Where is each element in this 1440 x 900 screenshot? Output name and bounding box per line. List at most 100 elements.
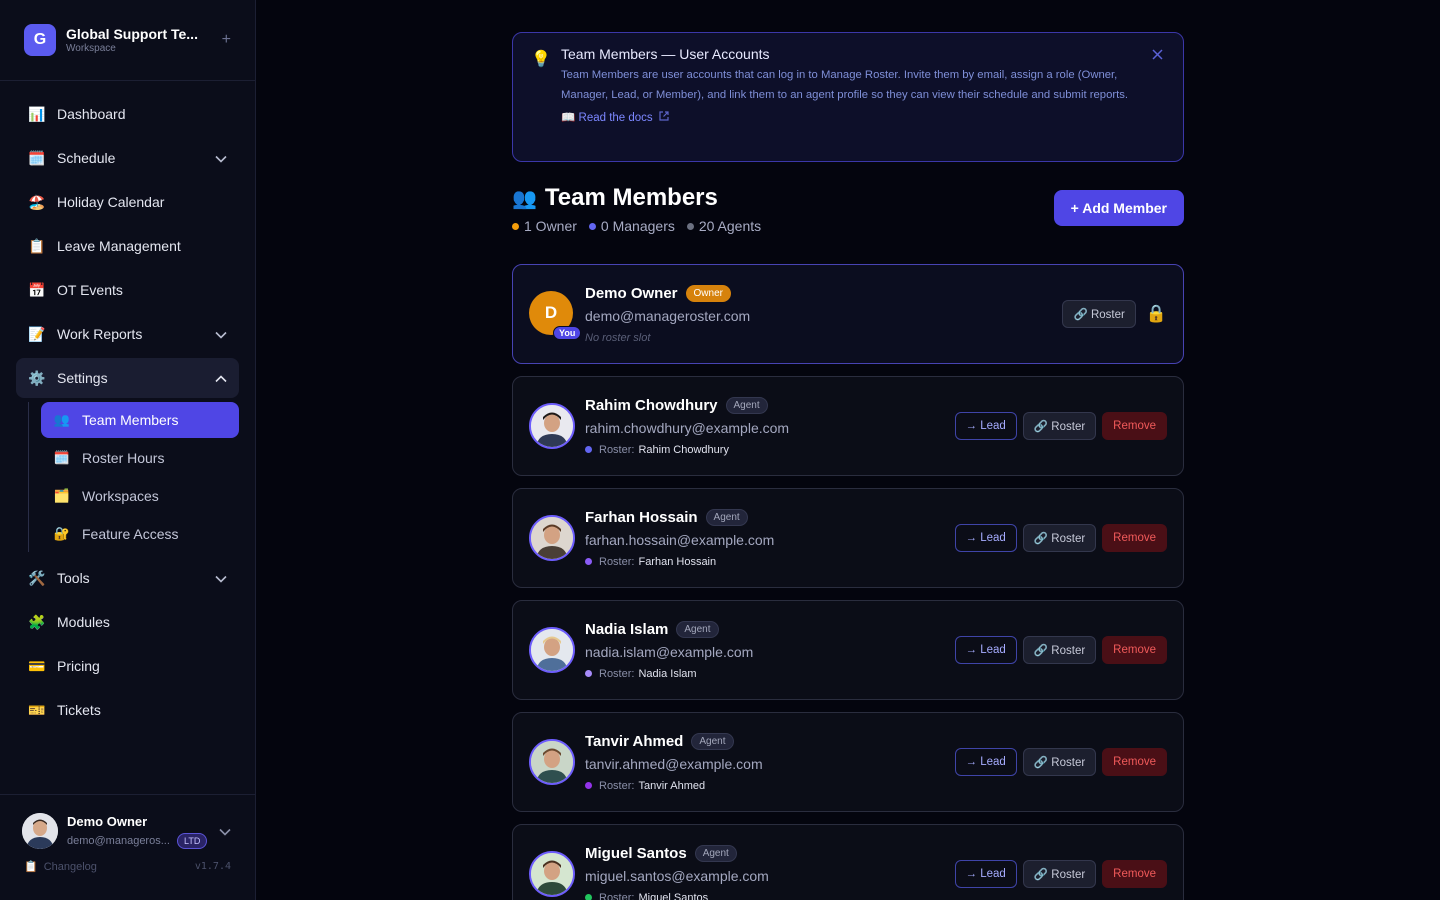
sidebar-item-label: Workspaces bbox=[82, 488, 159, 504]
workspace-subtitle: Workspace bbox=[66, 43, 116, 54]
role-badge: Agent bbox=[676, 620, 719, 638]
make-lead-button[interactable]: → Lead bbox=[954, 412, 1017, 440]
close-icon[interactable] bbox=[1152, 47, 1163, 65]
sidebar-nav: 📊 Dashboard 🗓️ Schedule 🏖️ Holiday Calen… bbox=[0, 81, 255, 730]
member-email: demo@manageroster.com bbox=[585, 307, 751, 324]
sidebar-item-roster-hours[interactable]: 🗓️ Roster Hours bbox=[41, 440, 239, 476]
read-docs-link[interactable]: 📖 Read the docs bbox=[561, 110, 1167, 124]
external-link-icon bbox=[659, 110, 669, 124]
gear-icon: ⚙️ bbox=[28, 369, 46, 386]
chevron-down-icon[interactable] bbox=[219, 824, 231, 839]
user-name: Demo Owner bbox=[67, 813, 148, 829]
you-badge: You bbox=[553, 326, 582, 340]
sidebar-item-feature-access[interactable]: 🔐 Feature Access bbox=[41, 516, 239, 552]
roster-link-button[interactable]: 🔗 Roster bbox=[1062, 300, 1136, 328]
member-card: Miguel Santos Agent miguel.santos@exampl… bbox=[512, 824, 1184, 900]
roster-link-button[interactable]: 🔗 Roster bbox=[1022, 524, 1097, 552]
sidebar-item-label: Tickets bbox=[57, 702, 101, 718]
make-lead-button[interactable]: → Lead bbox=[954, 524, 1017, 552]
roster-link-button[interactable]: 🔗 Roster bbox=[1022, 636, 1097, 664]
remove-member-button[interactable]: Remove bbox=[1102, 748, 1167, 776]
member-card: Rahim Chowdhury Agent rahim.chowdhury@ex… bbox=[512, 376, 1184, 476]
clipboard-icon: 📋 bbox=[28, 237, 46, 254]
make-lead-button[interactable]: → Lead bbox=[954, 636, 1017, 664]
sidebar-item-holiday-calendar[interactable]: 🏖️ Holiday Calendar bbox=[16, 182, 239, 222]
member-list: Rahim Chowdhury Agent rahim.chowdhury@ex… bbox=[512, 376, 1184, 900]
role-badge: Agent bbox=[705, 508, 748, 526]
sidebar-item-tickets[interactable]: 🎫 Tickets bbox=[16, 690, 239, 730]
lock-icon: 🔒 bbox=[1145, 304, 1167, 323]
roster-name: Farhan Hossain bbox=[638, 555, 717, 568]
user-profile-button[interactable]: Demo Owner demo@manageros... LTD bbox=[22, 813, 231, 849]
member-name: Tanvir Ahmed bbox=[585, 732, 684, 750]
folder-icon: 🗂️ bbox=[53, 488, 71, 503]
sidebar-item-label: Work Reports bbox=[57, 326, 143, 342]
make-lead-button[interactable]: → Lead bbox=[954, 748, 1017, 776]
sidebar-item-work-reports[interactable]: 📝 Work Reports bbox=[16, 314, 239, 354]
remove-member-button[interactable]: Remove bbox=[1102, 524, 1167, 552]
sidebar-item-label: Feature Access bbox=[82, 526, 179, 542]
sidebar-item-label: Tools bbox=[57, 570, 90, 586]
roster-link-button[interactable]: 🔗 Roster bbox=[1022, 860, 1097, 888]
roster-dot bbox=[585, 670, 592, 677]
roster-dot bbox=[585, 782, 592, 789]
sidebar: G Global Support Te... Workspace + 📊 Das… bbox=[0, 0, 256, 900]
avatar bbox=[529, 515, 575, 561]
roster-dot bbox=[585, 558, 592, 565]
roster-link-button[interactable]: 🔗 Roster bbox=[1022, 412, 1097, 440]
agent-count: 20 Agents bbox=[698, 218, 762, 234]
sidebar-item-team-members[interactable]: 👥 Team Members bbox=[41, 402, 239, 438]
sidebar-item-label: Leave Management bbox=[57, 238, 181, 254]
workspace-switcher[interactable]: G Global Support Te... Workspace + bbox=[0, 0, 255, 81]
sidebar-item-label: Dashboard bbox=[57, 106, 126, 122]
roster-prefix: Roster: bbox=[599, 667, 635, 680]
sidebar-item-workspaces[interactable]: 🗂️ Workspaces bbox=[41, 478, 239, 514]
sidebar-item-modules[interactable]: 🧩 Modules bbox=[16, 602, 239, 642]
main-content: 💡 Team Members — User Accounts Team Memb… bbox=[256, 0, 1440, 900]
settings-submenu: 👥 Team Members 🗓️ Roster Hours 🗂️ Worksp… bbox=[28, 402, 239, 552]
lightbulb-icon: 💡 bbox=[531, 51, 551, 68]
sidebar-item-label: Pricing bbox=[57, 658, 100, 674]
member-email: rahim.chowdhury@example.com bbox=[585, 419, 790, 436]
sidebar-item-schedule[interactable]: 🗓️ Schedule bbox=[16, 138, 239, 178]
member-name: Farhan Hossain bbox=[585, 508, 698, 526]
remove-member-button[interactable]: Remove bbox=[1102, 636, 1167, 664]
info-banner: 💡 Team Members — User Accounts Team Memb… bbox=[512, 32, 1184, 162]
memo-icon: 📝 bbox=[28, 325, 46, 342]
lock-key-icon: 🔐 bbox=[53, 526, 71, 541]
roster-status: Roster: Rahim Chowdhury bbox=[585, 444, 949, 456]
add-member-button[interactable]: + Add Member bbox=[1053, 190, 1184, 226]
sidebar-item-leave-management[interactable]: 📋 Leave Management bbox=[16, 226, 239, 266]
roster-prefix: Roster: bbox=[599, 555, 635, 568]
role-badge: Agent bbox=[725, 396, 768, 414]
changelog-link[interactable]: Changelog bbox=[44, 861, 97, 873]
member-name: Miguel Santos bbox=[585, 844, 687, 862]
remove-member-button[interactable]: Remove bbox=[1102, 860, 1167, 888]
user-email: demo@manageros... bbox=[67, 834, 170, 847]
roster-name: Nadia Islam bbox=[638, 667, 697, 680]
chevron-down-icon bbox=[215, 326, 227, 342]
manager-dot bbox=[588, 222, 596, 230]
roster-link-button[interactable]: 🔗 Roster bbox=[1022, 748, 1097, 776]
tools-icon: 🛠️ bbox=[28, 569, 46, 586]
add-workspace-icon[interactable]: + bbox=[222, 31, 231, 49]
sidebar-item-pricing[interactable]: 💳 Pricing bbox=[16, 646, 239, 686]
roster-dot bbox=[585, 446, 592, 453]
sidebar-item-settings[interactable]: ⚙️ Settings bbox=[16, 358, 239, 398]
avatar bbox=[529, 739, 575, 785]
read-docs-label: 📖 Read the docs bbox=[561, 112, 653, 124]
remove-member-button[interactable]: Remove bbox=[1102, 412, 1167, 440]
beach-icon: 🏖️ bbox=[28, 193, 46, 210]
role-badge: Agent bbox=[694, 844, 737, 862]
info-title: Team Members — User Accounts bbox=[561, 46, 770, 62]
chevron-up-icon bbox=[215, 370, 227, 386]
agent-dot bbox=[686, 222, 694, 230]
sidebar-item-dashboard[interactable]: 📊 Dashboard bbox=[16, 94, 239, 134]
make-lead-button[interactable]: → Lead bbox=[954, 860, 1017, 888]
sidebar-item-ot-events[interactable]: 📅 OT Events bbox=[16, 270, 239, 310]
roster-prefix: Roster: bbox=[599, 779, 635, 792]
sidebar-item-tools[interactable]: 🛠️ Tools bbox=[16, 558, 239, 598]
plan-badge: LTD bbox=[177, 832, 208, 849]
roster-status: Roster: Nadia Islam bbox=[585, 668, 949, 680]
member-name: Rahim Chowdhury bbox=[585, 396, 718, 414]
